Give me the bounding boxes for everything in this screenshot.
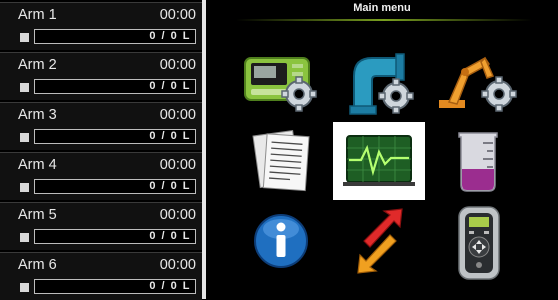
arm-time: 00:00 xyxy=(159,257,196,273)
monitor-graph-icon xyxy=(343,135,415,186)
transfer-button[interactable] xyxy=(336,203,428,281)
arm-volume-bar: 0 / 0 L xyxy=(34,279,196,294)
transfer-arrows-icon xyxy=(357,208,403,274)
arm-indicator xyxy=(20,183,29,192)
arm-volume: 0 / 0 L xyxy=(149,80,191,92)
arm-time: 00:00 xyxy=(159,57,196,73)
documents-button[interactable] xyxy=(237,123,329,201)
menu-title: Main menu xyxy=(353,2,411,14)
beaker-icon xyxy=(458,132,498,192)
arm-name: Arm 6 xyxy=(18,257,57,273)
controller-settings-button[interactable] xyxy=(237,44,329,122)
arm-time: 00:00 xyxy=(159,207,196,223)
arm-volume: 0 / 0 L xyxy=(149,180,191,192)
info-icon xyxy=(254,214,308,268)
arm-name: Arm 1 xyxy=(18,7,57,23)
arm-volume-bar: 0 / 0 L xyxy=(34,229,196,244)
arm-row-2[interactable]: Arm 2 00:00 0 / 0 L xyxy=(0,52,202,100)
arm-indicator xyxy=(20,133,29,142)
arm-row-5[interactable]: Arm 5 00:00 0 / 0 L xyxy=(0,202,202,250)
menu-title-underline xyxy=(236,19,532,21)
arm-time: 00:00 xyxy=(159,157,196,173)
pipe-settings-button[interactable] xyxy=(336,44,428,122)
arm-row-1[interactable]: Arm 1 00:00 0 / 0 L xyxy=(0,2,202,50)
arm-time: 00:00 xyxy=(159,7,196,23)
robot-arm-settings-icon xyxy=(439,56,517,112)
arm-volume-bar: 0 / 0 L xyxy=(34,79,196,94)
arm-volume-bar: 0 / 0 L xyxy=(34,29,196,44)
handheld-terminal-icon xyxy=(458,206,500,280)
arm-name: Arm 5 xyxy=(18,207,57,223)
arm-name: Arm 3 xyxy=(18,107,57,123)
controller-settings-icon xyxy=(244,57,317,112)
arm-status-panel: Arm 1 00:00 0 / 0 L Arm 2 00:00 0 / 0 L … xyxy=(0,0,203,300)
arm-indicator xyxy=(20,33,29,42)
hmi-screen: Arm 1 00:00 0 / 0 L Arm 2 00:00 0 / 0 L … xyxy=(0,0,558,300)
graph-monitor-button[interactable] xyxy=(333,122,425,200)
arm-volume: 0 / 0 L xyxy=(149,280,191,292)
arm-volume-bar: 0 / 0 L xyxy=(34,129,196,144)
arm-time: 00:00 xyxy=(159,107,196,123)
documents-icon xyxy=(252,129,310,192)
arm-volume: 0 / 0 L xyxy=(149,130,191,142)
arm-volume-bar: 0 / 0 L xyxy=(34,179,196,194)
pipe-settings-icon xyxy=(349,53,414,115)
arm-volume: 0 / 0 L xyxy=(149,30,191,42)
arm-indicator xyxy=(20,283,29,292)
info-button[interactable] xyxy=(237,203,329,281)
robot-arm-settings-button[interactable] xyxy=(435,44,527,122)
arm-row-3[interactable]: Arm 3 00:00 0 / 0 L xyxy=(0,102,202,150)
arm-row-6[interactable]: Arm 6 00:00 0 / 0 L xyxy=(0,252,202,300)
beaker-button[interactable] xyxy=(435,123,527,201)
arm-indicator xyxy=(20,233,29,242)
panel-divider xyxy=(202,0,206,299)
terminal-button[interactable] xyxy=(435,203,527,281)
arm-name: Arm 2 xyxy=(18,57,57,73)
arm-name: Arm 4 xyxy=(18,157,57,173)
arm-volume: 0 / 0 L xyxy=(149,230,191,242)
arm-row-4[interactable]: Arm 4 00:00 0 / 0 L xyxy=(0,152,202,200)
arm-indicator xyxy=(20,83,29,92)
